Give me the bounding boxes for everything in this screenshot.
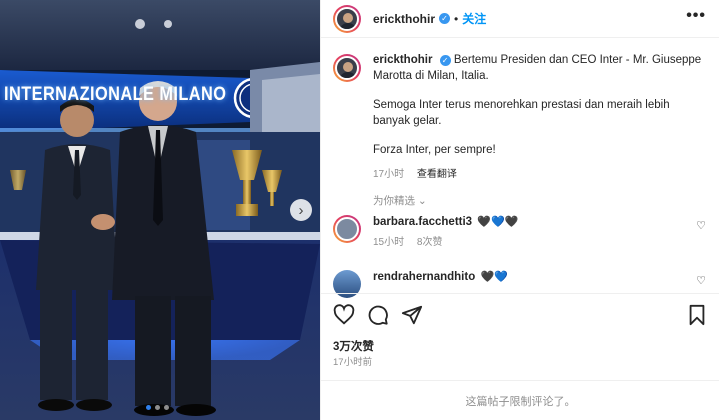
comment-time: 15小时	[373, 237, 405, 248]
caption-paragraph-3: Forza Inter, per sempre!	[373, 144, 496, 156]
send-icon[interactable]	[401, 304, 423, 326]
featured-comments-toggle[interactable]: 为你精选 ⌄	[373, 193, 427, 208]
caption-username[interactable]: erickthohir	[373, 54, 432, 66]
verified-badge-icon: ✓	[439, 13, 451, 24]
comment-like-icon[interactable]: ♡	[696, 219, 706, 232]
post-photo[interactable]: INTERNAZIONALE MILANO ›	[0, 0, 320, 420]
comment-meta: 15小时 8次赞	[373, 233, 518, 248]
bookmark-icon[interactable]	[686, 304, 708, 326]
comment-like-icon[interactable]: ♡	[696, 274, 706, 287]
comments-limited-notice: 这篇帖子限制评论了。	[321, 380, 719, 420]
wall-sign-text: INTERNAZIONALE MILANO	[4, 84, 227, 105]
separator-dot: •	[454, 11, 459, 26]
chevron-down-icon: ⌄	[417, 195, 427, 207]
author-username[interactable]: erickthohir	[373, 12, 435, 26]
carousel-next-button[interactable]: ›	[290, 199, 312, 221]
caption-time: 17小时	[373, 168, 405, 180]
comment-icon[interactable]	[367, 304, 389, 326]
carousel-dot	[146, 405, 151, 410]
photo-scene	[0, 0, 320, 420]
comment-body: barbara.facchetti3 🖤💙🖤 15小时 8次赞	[373, 215, 518, 248]
chevron-right-icon: ›	[298, 201, 304, 219]
caption-body: erickthohir ✓ Bertemu Presiden dan CEO I…	[373, 53, 703, 182]
comment-text: 🖤💙🖤	[477, 216, 519, 228]
commenter-username[interactable]: barbara.facchetti3	[373, 216, 472, 228]
post-actions: 3万次赞 17小时前	[321, 293, 719, 371]
commenter-avatar[interactable]	[333, 215, 361, 243]
comment-likes[interactable]: 8次赞	[417, 237, 443, 248]
action-icons	[333, 304, 423, 326]
caption-avatar[interactable]	[333, 54, 361, 82]
carousel-indicator	[146, 405, 169, 410]
heart-outline-icon[interactable]	[333, 304, 355, 326]
commenter-username[interactable]: rendrahernandhito	[373, 271, 475, 283]
more-horizontal-icon[interactable]: •••	[686, 8, 706, 24]
follow-button[interactable]: 关注	[462, 10, 486, 27]
post-details-panel: erickthohir ✓ • 关注 ••• erickthohir ✓ Ber…	[320, 0, 719, 420]
caption-paragraph-2: Semoga Inter terus menorehkan prestasi d…	[373, 99, 670, 127]
caption-meta: 17小时 查看翻译	[373, 167, 703, 183]
author-avatar[interactable]	[333, 4, 361, 33]
post-caption: erickthohir ✓ Bertemu Presiden dan CEO I…	[333, 53, 708, 182]
posted-time: 17小时前	[333, 357, 373, 368]
verified-badge-icon: ✓	[439, 55, 451, 67]
carousel-dot	[155, 405, 160, 410]
comment-item: barbara.facchetti3 🖤💙🖤 15小时 8次赞 ♡	[333, 215, 708, 248]
comment-text: 🖤💙	[480, 271, 508, 283]
carousel-dot	[164, 405, 169, 410]
translate-button[interactable]: 查看翻译	[417, 169, 457, 180]
post-header: erickthohir ✓ • 关注 •••	[321, 0, 719, 38]
instagram-post-view: INTERNAZIONALE MILANO › erickthohir ✓ • …	[0, 0, 719, 420]
likes-count[interactable]: 3万次赞	[333, 338, 374, 354]
caption-paragraph-1: erickthohir ✓ Bertemu Presiden dan CEO I…	[373, 53, 703, 84]
featured-label: 为你精选	[373, 195, 415, 207]
